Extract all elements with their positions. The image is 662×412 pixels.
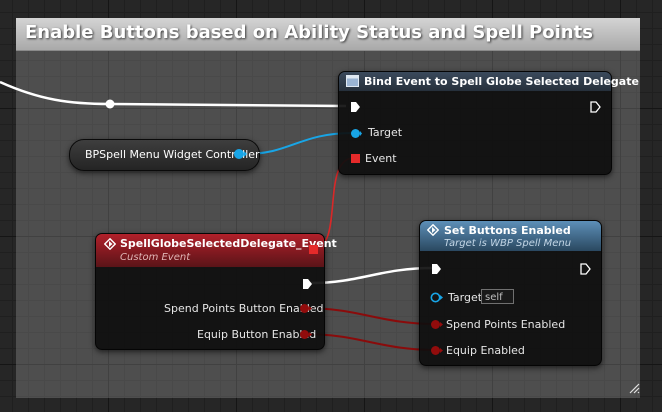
exec-out-pin-icon[interactable]	[590, 101, 601, 113]
exec-out-pin-icon[interactable]	[302, 278, 313, 290]
widget-controller-getter-node[interactable]: BPSpell Menu Widget Controller	[69, 139, 260, 171]
spend-points-enabled-label: Spend Points Enabled	[446, 318, 566, 331]
exec-in-pin-icon[interactable]	[431, 263, 442, 275]
target-pin-label: Target	[368, 126, 403, 139]
reroute-node[interactable]	[105, 99, 115, 109]
function-icon	[346, 75, 359, 87]
event-delegate-pin-icon[interactable]	[351, 154, 360, 163]
set-buttons-title: Set Buttons Enabled	[444, 224, 571, 237]
custom-event-node-header[interactable]: SpellGlobeSelectedDelegate_Event Custom …	[96, 234, 337, 267]
exec-wire-incoming	[0, 80, 111, 106]
equip-bool-pin-icon[interactable]	[299, 329, 312, 340]
custom-event-node[interactable]: SpellGlobeSelectedDelegate_Event Custom …	[95, 233, 337, 350]
target-pin-label: Target	[448, 291, 483, 304]
exec-out-pin-icon[interactable]	[580, 263, 591, 275]
bind-event-title: Bind Event to Spell Globe Selected Deleg…	[364, 75, 639, 88]
function-diamond-icon	[427, 224, 439, 236]
set-buttons-subtitle: Target is WBP Spell Menu	[444, 238, 572, 249]
object-wire-target	[245, 132, 354, 155]
equip-enabled-label: Equip Enabled	[446, 344, 525, 357]
target-object-pin-icon[interactable]	[350, 128, 362, 139]
target-self-field[interactable]: self	[481, 289, 514, 304]
spend-points-bool-pin-icon[interactable]	[299, 303, 312, 314]
exec-wire-to-set	[310, 266, 434, 285]
event-pin-label: Event	[365, 152, 397, 165]
bind-event-node-header[interactable]: Bind Event to Spell Globe Selected Deleg…	[339, 72, 639, 91]
set-buttons-node-header[interactable]: Set Buttons Enabled Target is WBP Spell …	[420, 221, 601, 251]
spend-points-enabled-bool-pin-icon[interactable]	[430, 319, 443, 330]
custom-event-subtitle: Custom Event	[120, 252, 191, 263]
exec-wire-to-bind	[109, 102, 347, 108]
bind-event-node[interactable]: Bind Event to Spell Globe Selected Deleg…	[338, 71, 639, 175]
custom-event-title: SpellGlobeSelectedDelegate_Event	[120, 237, 337, 250]
event-diamond-icon	[104, 238, 116, 250]
delegate-out-pin-icon[interactable]	[309, 245, 318, 254]
object-out-pin-icon[interactable]	[233, 148, 247, 160]
exec-in-pin-icon[interactable]	[350, 101, 361, 113]
target-object-pin-icon[interactable]	[430, 292, 443, 303]
equip-enabled-bool-pin-icon[interactable]	[430, 345, 443, 356]
